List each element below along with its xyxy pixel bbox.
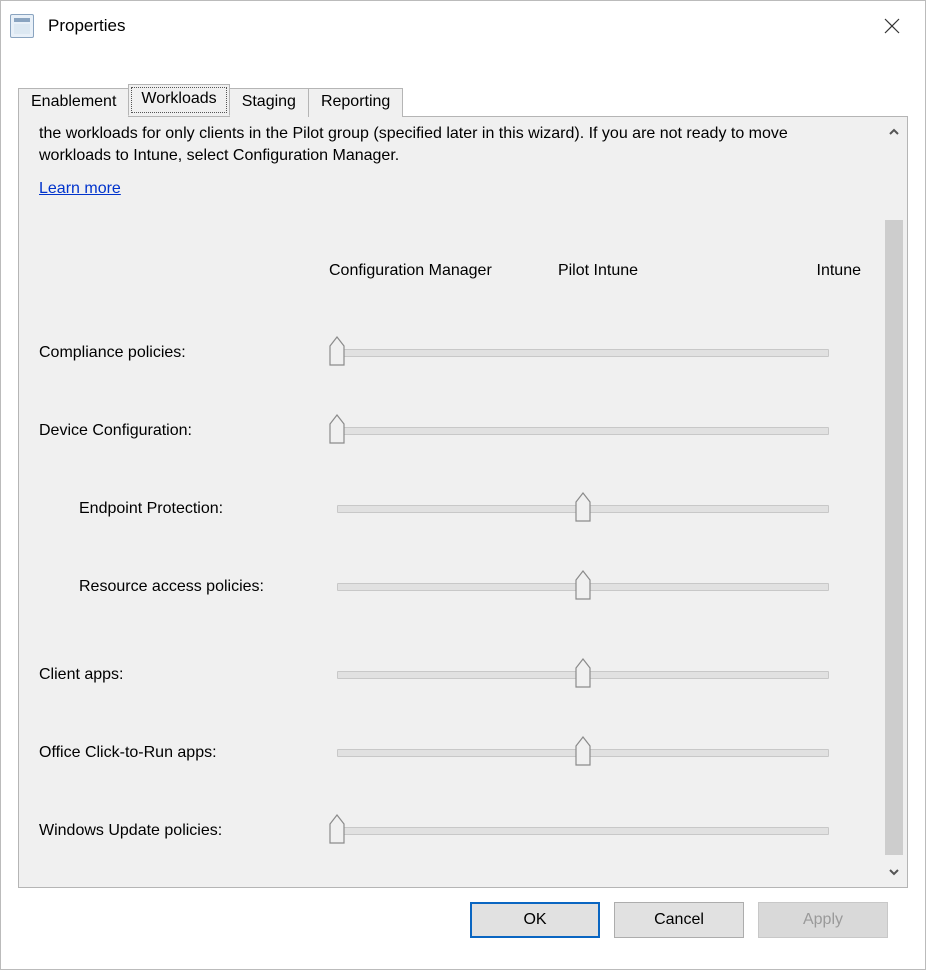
window-title: Properties [48, 16, 872, 36]
label-office-click-to-run: Office Click-to-Run apps: [39, 744, 329, 762]
slider-thumb-icon[interactable] [575, 736, 591, 766]
app-icon [10, 14, 34, 38]
scrollbar-track[interactable] [885, 145, 903, 859]
scroll-down-button[interactable] [883, 861, 905, 883]
properties-window: Properties Enablement Workloads Staging … [0, 0, 926, 970]
tab-workloads[interactable]: Workloads [128, 84, 229, 116]
label-resource-access-policies: Resource access policies: [39, 578, 329, 596]
learn-more-link[interactable]: Learn more [39, 180, 121, 198]
row-office-click-to-run: Office Click-to-Run apps: [39, 714, 867, 792]
workload-sliders: Configuration Manager Pilot Intune Intun… [39, 228, 867, 870]
tab-reporting[interactable]: Reporting [308, 88, 403, 117]
slider-thumb-icon[interactable] [575, 658, 591, 688]
slider-thumb-icon[interactable] [329, 814, 345, 844]
slider-office-click-to-run[interactable] [329, 742, 867, 764]
slider-device-configuration[interactable] [329, 420, 867, 442]
row-endpoint-protection: Endpoint Protection: [39, 470, 867, 548]
scroll-content: the workloads for only clients in the Pi… [19, 117, 881, 887]
row-windows-update-policies: Windows Update policies: [39, 792, 867, 870]
label-device-configuration: Device Configuration: [39, 422, 329, 440]
slider-windows-update-policies[interactable] [329, 820, 867, 842]
chevron-down-icon [888, 866, 900, 878]
label-client-apps: Client apps: [39, 666, 329, 684]
row-compliance-policies: Compliance policies: [39, 314, 867, 392]
intro-text: the workloads for only clients in the Pi… [39, 123, 867, 166]
slider-thumb-icon[interactable] [329, 336, 345, 366]
ok-button[interactable]: OK [470, 902, 600, 938]
col-header-pilot-intune: Pilot Intune [508, 262, 687, 280]
label-endpoint-protection: Endpoint Protection: [39, 500, 329, 518]
client-area: Enablement Workloads Staging Reporting t… [4, 48, 922, 966]
scroll-up-button[interactable] [883, 121, 905, 143]
chevron-up-icon [888, 126, 900, 138]
row-device-configuration: Device Configuration: [39, 392, 867, 470]
slider-rail [337, 827, 829, 835]
slider-client-apps[interactable] [329, 664, 867, 686]
tab-strip: Enablement Workloads Staging Reporting [18, 84, 908, 116]
column-headers: Configuration Manager Pilot Intune Intun… [39, 262, 867, 280]
apply-button: Apply [758, 902, 888, 938]
slider-endpoint-protection[interactable] [329, 498, 867, 520]
cancel-button[interactable]: Cancel [614, 902, 744, 938]
dialog-buttons: OK Cancel Apply [18, 888, 908, 954]
label-windows-update-policies: Windows Update policies: [39, 822, 329, 840]
slider-resource-access-policies[interactable] [329, 576, 867, 598]
tab-staging[interactable]: Staging [229, 88, 309, 117]
slider-compliance-policies[interactable] [329, 342, 867, 364]
slider-rail [337, 427, 829, 435]
tab-enablement[interactable]: Enablement [18, 88, 129, 117]
close-button[interactable] [872, 6, 912, 46]
slider-thumb-icon[interactable] [575, 492, 591, 522]
slider-rail [337, 349, 829, 357]
row-resource-access-policies: Resource access policies: [39, 548, 867, 626]
tabs: Enablement Workloads Staging Reporting t… [18, 84, 908, 888]
slider-thumb-icon[interactable] [575, 570, 591, 600]
row-client-apps: Client apps: [39, 636, 867, 714]
col-header-config-manager: Configuration Manager [329, 262, 508, 280]
slider-thumb-icon[interactable] [329, 414, 345, 444]
intro-text-body: the workloads for only clients in the Pi… [39, 125, 788, 164]
close-icon [884, 18, 900, 34]
vertical-scrollbar[interactable] [881, 117, 907, 887]
scrollbar-thumb[interactable] [885, 220, 903, 855]
tab-panel-workloads: the workloads for only clients in the Pi… [18, 116, 908, 888]
label-compliance-policies: Compliance policies: [39, 344, 329, 362]
col-header-intune: Intune [688, 262, 867, 280]
title-bar: Properties [4, 4, 922, 48]
